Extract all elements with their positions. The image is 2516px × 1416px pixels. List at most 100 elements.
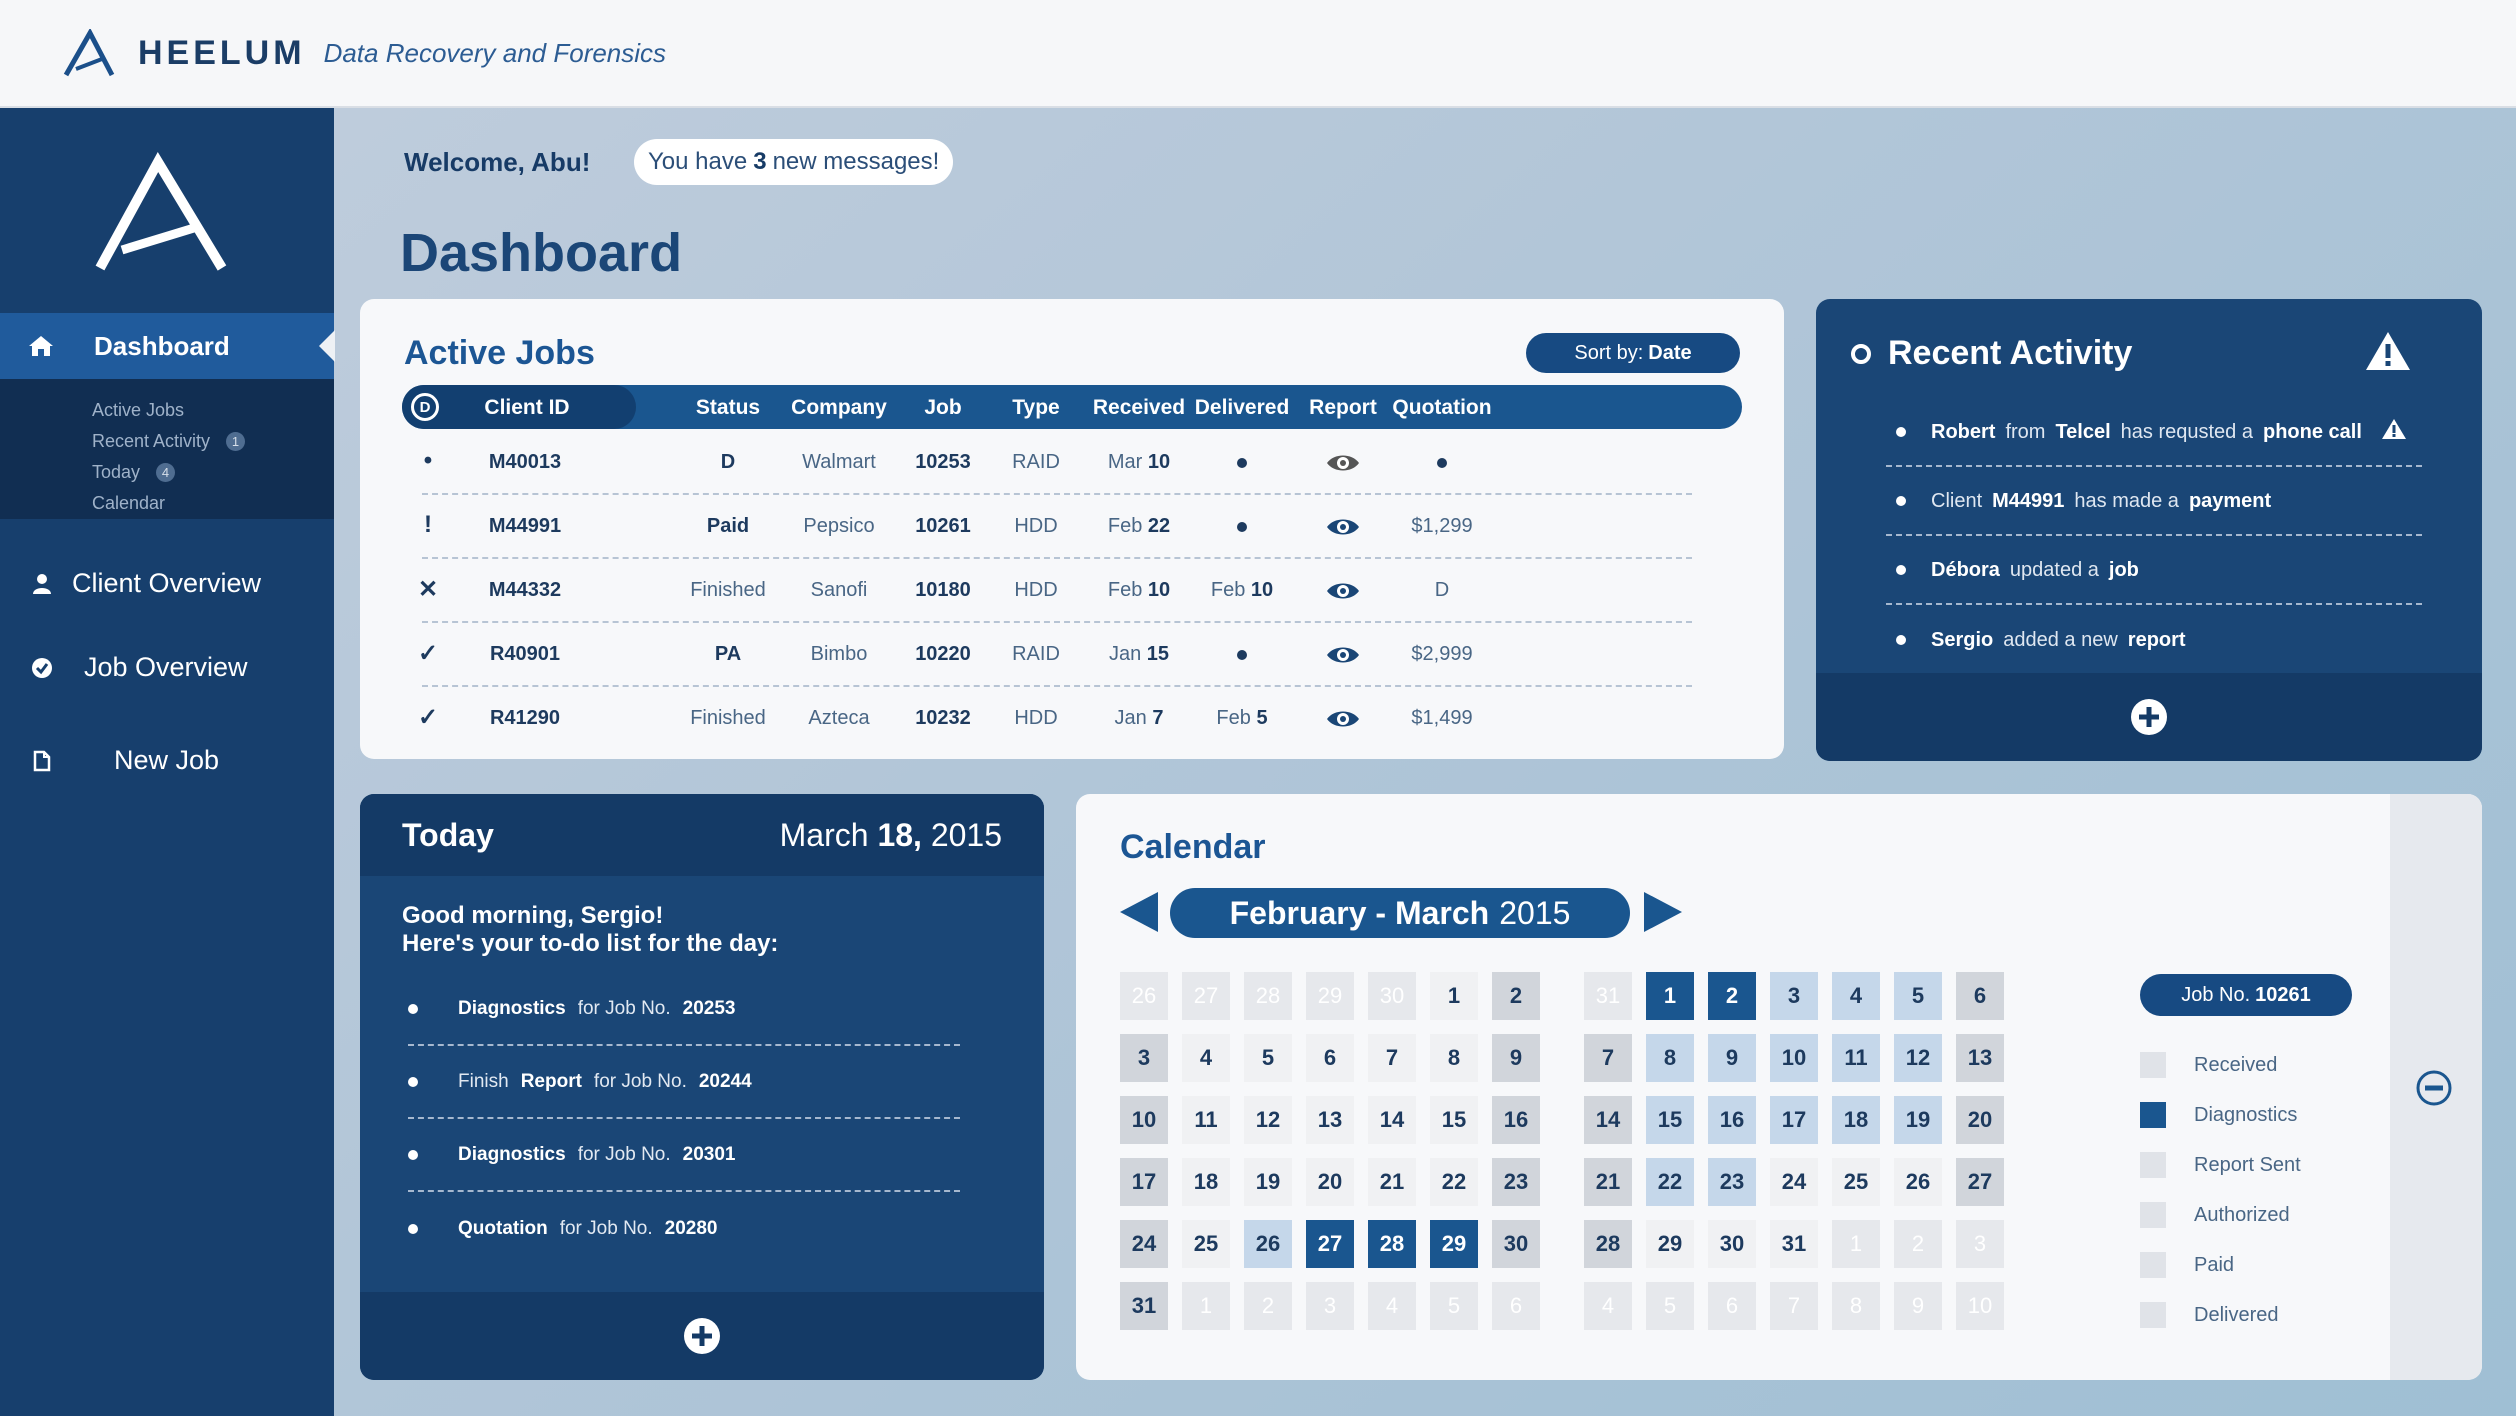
calendar-day[interactable]: 5	[1646, 1282, 1694, 1330]
sidebar-item-dashboard[interactable]: Dashboard	[0, 313, 335, 379]
calendar-day[interactable]: 1	[1182, 1282, 1230, 1330]
column-header[interactable]: Client ID	[484, 396, 569, 420]
calendar-day[interactable]: 20	[1956, 1096, 2004, 1144]
table-row[interactable]: ✓ R41290 Finished Azteca 10232 HDD Jan 7 Feb 5 $…	[402, 687, 1742, 751]
todo-item[interactable]: Quotation for Job No. 20280	[408, 1193, 960, 1265]
calendar-day[interactable]: 27	[1956, 1158, 2004, 1206]
table-row[interactable]: ✓ R40901 PA Bimbo 10220 RAID Jan 15 $2,999	[402, 623, 1742, 687]
column-header[interactable]: Quotation	[1392, 396, 1491, 420]
calendar-day[interactable]: 5	[1894, 972, 1942, 1020]
activity-item[interactable]: Robert from Telcel has requsted a phone call	[1886, 399, 2422, 467]
calendar-day[interactable]: 30	[1708, 1220, 1756, 1268]
calendar-day[interactable]: 21	[1584, 1158, 1632, 1206]
table-row[interactable]: ✕ M44332 Finished Sanofi 10180 HDD Feb 10 Feb 1…	[402, 559, 1742, 623]
calendar-day[interactable]: 21	[1368, 1158, 1416, 1206]
calendar-day[interactable]: 22	[1430, 1158, 1478, 1206]
activity-item[interactable]: Débora updated a job	[1886, 537, 2422, 605]
eye-icon[interactable]	[1326, 580, 1360, 608]
calendar-day[interactable]: 29	[1430, 1220, 1478, 1268]
add-activity-icon[interactable]	[2130, 698, 2168, 736]
calendar-day[interactable]: 13	[1306, 1096, 1354, 1144]
calendar-day[interactable]: 16	[1492, 1096, 1540, 1144]
calendar-day[interactable]: 4	[1832, 972, 1880, 1020]
eye-icon[interactable]	[1326, 516, 1360, 544]
calendar-day[interactable]: 24	[1120, 1220, 1168, 1268]
column-header[interactable]: Report	[1309, 396, 1377, 420]
messages-notice[interactable]: You have 3 new messages!	[634, 139, 954, 185]
job-selector[interactable]: Job No. 10261	[2140, 974, 2352, 1016]
calendar-day[interactable]: 4	[1368, 1282, 1416, 1330]
sidebar-item-job-overview[interactable]: Job Overview	[28, 652, 248, 683]
calendar-day[interactable]: 28	[1244, 972, 1292, 1020]
calendar-day[interactable]: 23	[1492, 1158, 1540, 1206]
table-row[interactable]: • M40013 D Walmart 10253 RAID Mar 10	[402, 431, 1742, 495]
calendar-day[interactable]: 10	[1770, 1034, 1818, 1082]
legend-item[interactable]: Diagnostics	[2140, 1100, 2297, 1130]
calendar-day[interactable]: 15	[1430, 1096, 1478, 1144]
calendar-day[interactable]: 8	[1646, 1034, 1694, 1082]
sidebar-item-client-overview[interactable]: Client Overview	[28, 568, 261, 599]
calendar-day[interactable]: 23	[1708, 1158, 1756, 1206]
calendar-day[interactable]: 20	[1306, 1158, 1354, 1206]
calendar-day[interactable]: 10	[1120, 1096, 1168, 1144]
calendar-day[interactable]: 17	[1770, 1096, 1818, 1144]
calendar-day[interactable]: 3	[1956, 1220, 2004, 1268]
calendar-day[interactable]: 25	[1182, 1220, 1230, 1268]
calendar-day[interactable]: 1	[1430, 972, 1478, 1020]
calendar-day[interactable]: 3	[1120, 1034, 1168, 1082]
calendar-day[interactable]: 26	[1894, 1158, 1942, 1206]
calendar-day[interactable]: 6	[1956, 972, 2004, 1020]
calendar-day[interactable]: 27	[1306, 1220, 1354, 1268]
legend-item[interactable]: Delivered	[2140, 1300, 2278, 1330]
warning-icon[interactable]	[2364, 330, 2412, 372]
eye-icon[interactable]	[1326, 644, 1360, 672]
calendar-day[interactable]: 29	[1646, 1220, 1694, 1268]
calendar-day[interactable]: 10	[1956, 1282, 2004, 1330]
calendar-day[interactable]: 19	[1894, 1096, 1942, 1144]
calendar-day[interactable]: 18	[1832, 1096, 1880, 1144]
eye-icon[interactable]	[1326, 708, 1360, 736]
calendar-day[interactable]: 11	[1832, 1034, 1880, 1082]
column-header[interactable]: Delivered	[1195, 396, 1290, 420]
calendar-day[interactable]: 8	[1832, 1282, 1880, 1330]
calendar-day[interactable]: 30	[1368, 972, 1416, 1020]
collapse-icon[interactable]	[2416, 1070, 2452, 1106]
legend-item[interactable]: Authorized	[2140, 1200, 2290, 1230]
calendar-day[interactable]: 25	[1832, 1158, 1880, 1206]
calendar-day[interactable]: 18	[1182, 1158, 1230, 1206]
calendar-day[interactable]: 2	[1492, 972, 1540, 1020]
column-header[interactable]: Received	[1093, 396, 1185, 420]
calendar-day[interactable]: 6	[1306, 1034, 1354, 1082]
calendar-day[interactable]: 1	[1646, 972, 1694, 1020]
calendar-day[interactable]: 12	[1894, 1034, 1942, 1082]
legend-item[interactable]: Paid	[2140, 1250, 2234, 1280]
calendar-day[interactable]: 7	[1368, 1034, 1416, 1082]
subnav-item-active-jobs[interactable]: Active Jobs	[92, 395, 334, 426]
activity-item[interactable]: Client M44991 has made a payment	[1886, 468, 2422, 536]
eye-icon[interactable]	[1326, 452, 1360, 480]
calendar-day[interactable]: 29	[1306, 972, 1354, 1020]
calendar-day[interactable]: 8	[1430, 1034, 1478, 1082]
calendar-day[interactable]: 19	[1244, 1158, 1292, 1206]
table-row[interactable]: ! M44991 Paid Pepsico 10261 HDD Feb 22 $1,299	[402, 495, 1742, 559]
calendar-day[interactable]: 26	[1244, 1220, 1292, 1268]
calendar-day[interactable]: 14	[1584, 1096, 1632, 1144]
todo-item[interactable]: Diagnostics for Job No. 20253	[408, 974, 960, 1046]
column-header[interactable]: Status	[696, 396, 760, 420]
todo-item[interactable]: Finish Report for Job No. 20244	[408, 1047, 960, 1119]
calendar-day[interactable]: 16	[1708, 1096, 1756, 1144]
calendar-day[interactable]: 14	[1368, 1096, 1416, 1144]
calendar-day[interactable]: 9	[1708, 1034, 1756, 1082]
calendar-day[interactable]: 15	[1646, 1096, 1694, 1144]
calendar-day[interactable]: 2	[1708, 972, 1756, 1020]
subnav-item-calendar[interactable]: Calendar	[92, 488, 334, 519]
calendar-day[interactable]: 17	[1120, 1158, 1168, 1206]
calendar-day[interactable]: 30	[1492, 1220, 1540, 1268]
calendar-day[interactable]: 31	[1770, 1220, 1818, 1268]
calendar-day[interactable]: 22	[1646, 1158, 1694, 1206]
calendar-day[interactable]: 11	[1182, 1096, 1230, 1144]
calendar-day[interactable]: 31	[1584, 972, 1632, 1020]
activity-item[interactable]: Sergio added a new report	[1886, 606, 2422, 674]
filter-badge[interactable]: D	[411, 393, 439, 421]
calendar-day[interactable]: 4	[1584, 1282, 1632, 1330]
